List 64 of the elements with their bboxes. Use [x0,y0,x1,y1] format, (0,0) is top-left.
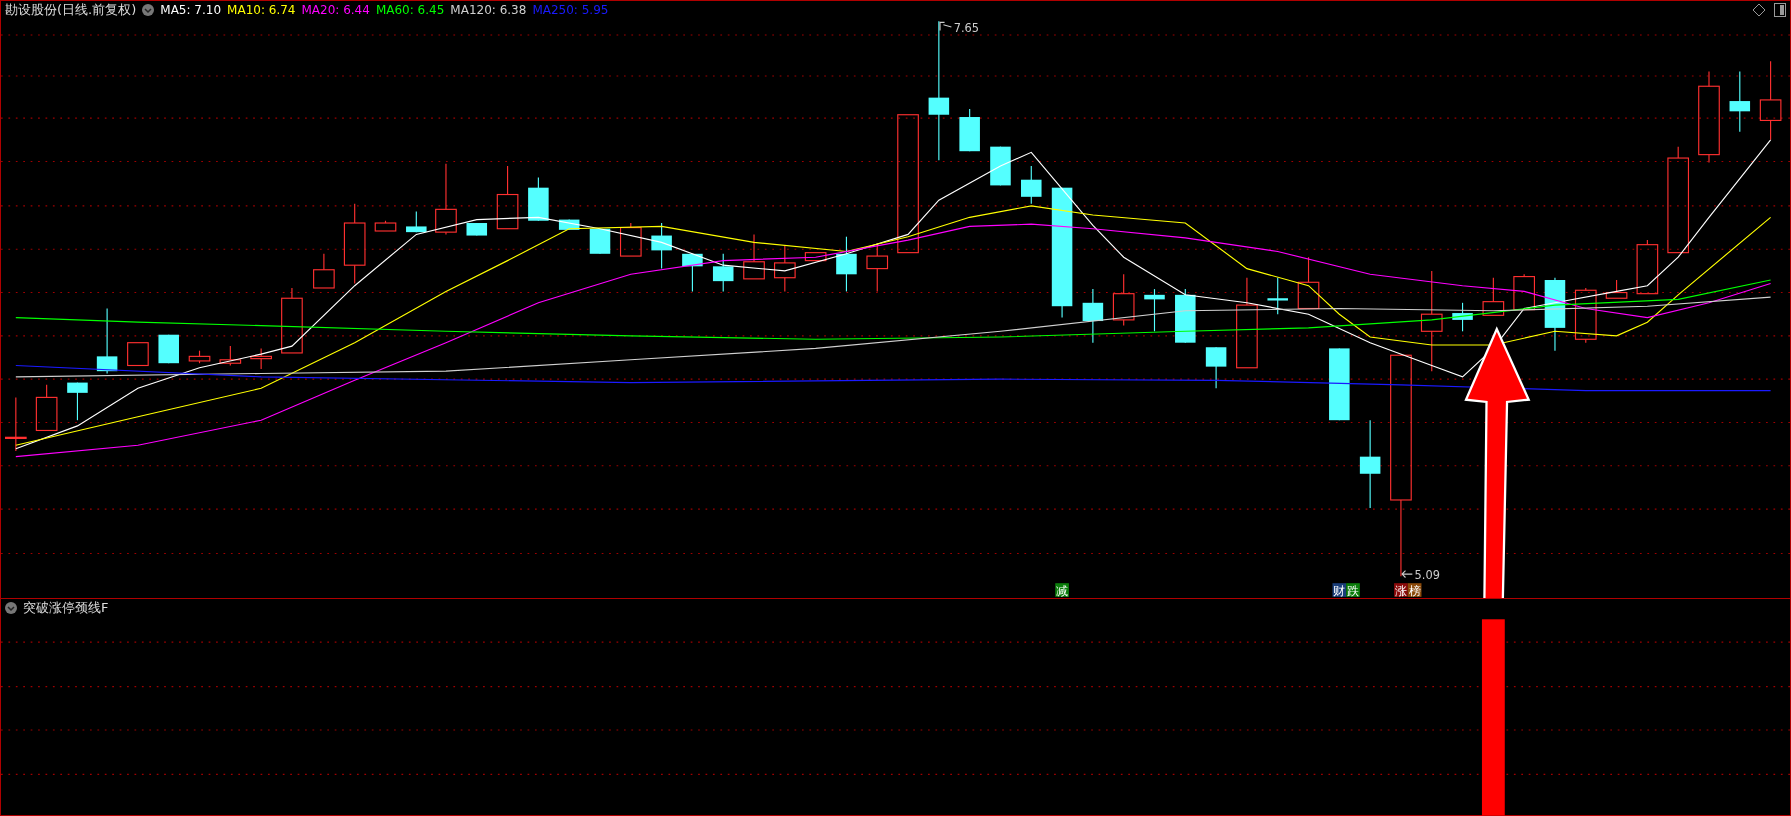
candlestick [528,176,549,222]
candlestick [1482,277,1505,316]
candlestick [188,350,211,364]
candlestick [990,146,1011,186]
event-tag: 财 [1332,583,1347,598]
candlestick [1636,239,1659,295]
candlestick [1175,288,1196,344]
event-tag: 减 [1055,583,1069,598]
candlestick [1144,288,1165,332]
candlestick [589,228,611,255]
candlestick [466,222,488,237]
stock-title: 勘设股份(日线.前复权) [5,1,137,19]
dropdown-icon[interactable] [142,4,155,16]
candlestick [374,220,397,232]
candlestick [496,165,519,230]
candlestick [158,334,179,364]
moving-average-value: MA5: 7.10 [160,3,222,17]
event-tag: 涨 [1394,583,1408,598]
dropdown-icon[interactable] [5,602,17,614]
diamond-icon[interactable] [1752,3,1766,17]
candlestick [682,253,703,292]
candlestick [250,347,272,370]
candlestick [1205,346,1227,389]
candlestick [774,245,796,292]
candlestick [619,222,642,257]
candlestick [1452,302,1473,332]
candlestick [281,287,303,354]
candlestick [1297,256,1320,310]
event-tag: 跌 [1346,583,1360,598]
candlestick [67,382,88,421]
candlestick [836,236,857,292]
moving-average-value: MA10: 6.74 [227,3,296,17]
candlestick [1112,273,1135,327]
candlestick [127,342,149,367]
candlestick [558,219,580,231]
candlestick [1574,287,1597,344]
candlestick [1605,279,1628,299]
candlestick [959,108,980,152]
panel-icon[interactable] [1774,3,1786,17]
candlestick [219,345,242,367]
leader-line [1401,570,1413,579]
price-label: 5.09 [1414,567,1440,582]
candlestick [743,233,765,280]
candlestick [804,252,827,262]
candlestick [1513,273,1535,311]
candlestick [406,211,427,233]
moving-average-value: MA120: 6.38 [450,3,527,17]
candlestick [96,307,118,375]
candlestick [435,163,457,235]
candlestick [1729,70,1751,133]
moving-average-value: MA20: 6.44 [301,3,370,17]
leader-line [939,21,952,31]
candlestick [712,253,734,292]
moving-average-value: MA250: 5.95 [532,3,609,17]
candlestick [1082,288,1104,344]
candlestick [5,396,27,452]
indicator-title: 突破涨停颈线F [23,599,109,617]
candlestick [1267,277,1288,315]
candlestick [1021,165,1042,205]
price-label: 7.65 [953,20,980,35]
moving-average-value: MA60: 6.45 [375,3,445,17]
candlestick [313,253,335,289]
candlestick [651,222,672,270]
candlestick [35,384,58,431]
